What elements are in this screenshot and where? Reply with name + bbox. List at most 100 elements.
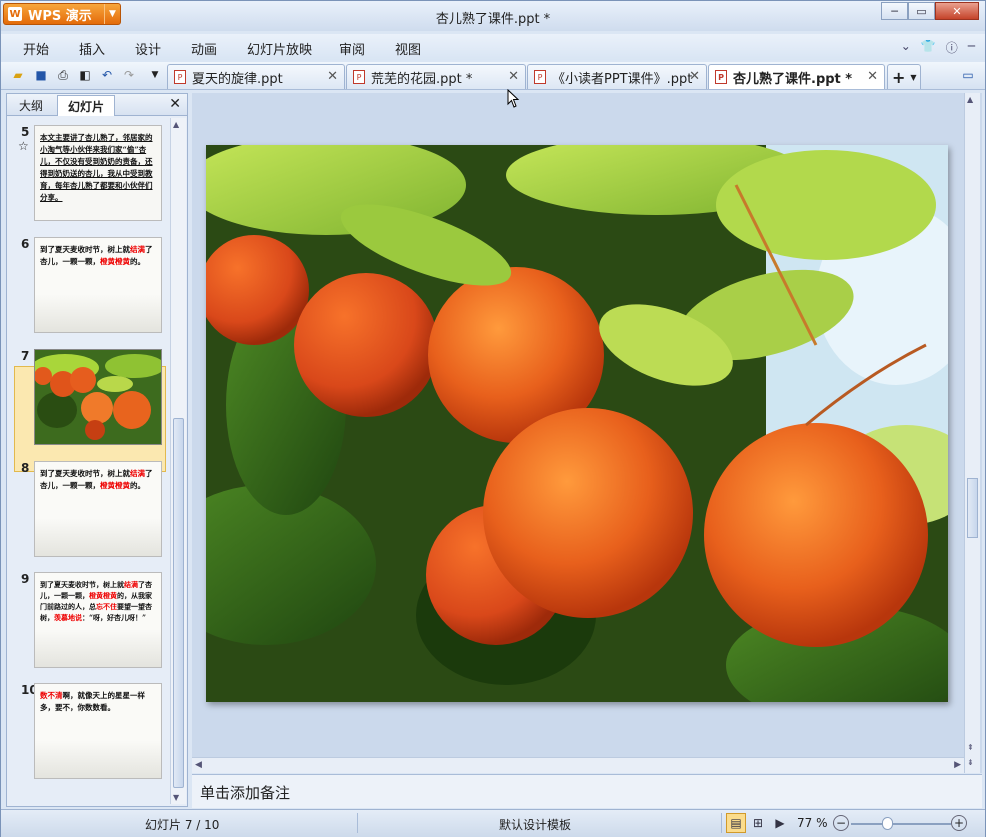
ppt-file-icon: P: [174, 70, 186, 84]
slideshow-view-icon[interactable]: ▶: [770, 813, 790, 833]
close-window-button[interactable]: ✕: [935, 2, 979, 20]
slide-thumbnail-6[interactable]: 到了夏天麦收时节，树上就结满了杏儿，一颗一颗，橙黄橙黄的。: [34, 237, 162, 333]
slide-text-highlight: 羡慕地说: [54, 613, 82, 622]
slide-text: 的。: [130, 257, 145, 266]
ppt-file-icon: P: [353, 70, 365, 84]
restore-button[interactable]: ▭: [908, 2, 935, 20]
window-layout-icon[interactable]: ▭: [960, 67, 976, 83]
save-icon[interactable]: ■: [33, 67, 49, 83]
close-tab-icon[interactable]: ✕: [689, 69, 700, 84]
customize-toolbar-icon[interactable]: ▼: [147, 67, 163, 83]
notes-placeholder: 单击添加备注: [200, 784, 291, 802]
close-tab-icon[interactable]: ✕: [327, 69, 338, 84]
apricot-photo: [156, 135, 976, 725]
window-controls: ─ ▭ ✕: [881, 2, 979, 20]
slide-text-highlight: 数不清: [40, 691, 63, 700]
normal-view-icon[interactable]: ▤: [726, 813, 746, 833]
slide-text: 到了夏天麦收时节，树上就: [40, 245, 130, 254]
zoom-slider-knob[interactable]: [882, 817, 893, 830]
minimize-doc-icon[interactable]: ─: [968, 39, 975, 56]
slide-text-highlight: 忘不住: [96, 602, 117, 611]
menu-review[interactable]: 审阅: [339, 39, 365, 58]
tab-label: 夏天的旋律.ppt: [192, 71, 283, 87]
scrollbar-thumb[interactable]: [173, 418, 184, 788]
slide-text-highlight: 结满: [130, 469, 145, 478]
tab-label: 荒芜的花园.ppt *: [371, 71, 473, 87]
notes-pane[interactable]: 单击添加备注: [192, 774, 982, 808]
zoom-slider-track[interactable]: [851, 823, 951, 825]
scroll-right-icon[interactable]: ▶: [954, 760, 961, 770]
help-icon[interactable]: ⓘ: [946, 39, 958, 56]
menu-bar: 开始 插入 设计 动画 幻灯片放映 审阅 视图 ⌄ 👕 ⓘ ─: [1, 34, 985, 60]
close-tab-icon[interactable]: ✕: [508, 69, 519, 84]
slide-sorter-icon[interactable]: ⊞: [748, 813, 768, 833]
new-tab-button[interactable]: + ▼: [887, 64, 921, 89]
scroll-up-icon[interactable]: ▲: [173, 120, 179, 129]
mouse-cursor-icon: [507, 89, 520, 108]
slides-panel-scrollbar[interactable]: ▲ ▼: [170, 118, 186, 804]
zoom-level: 77 %: [797, 816, 828, 830]
collapse-ribbon-icon[interactable]: ⌄: [901, 39, 911, 56]
tab-young-reader[interactable]: P 《小读者PPT课件》.ppt ✕: [527, 64, 707, 89]
current-slide[interactable]: [156, 135, 976, 725]
slide-text: 到了夏天麦收时节，树上就: [40, 469, 130, 478]
slide-text-highlight: 结满: [124, 580, 138, 589]
open-folder-icon[interactable]: ▰: [10, 67, 26, 83]
zoom-out-icon[interactable]: −: [833, 815, 849, 831]
menu-animation[interactable]: 动画: [191, 39, 217, 58]
prev-slide-icon[interactable]: ⇞: [967, 743, 974, 752]
tab-slides[interactable]: 幻灯片: [57, 95, 116, 116]
menu-home[interactable]: 开始: [23, 39, 49, 58]
slide-thumbnail-10[interactable]: 数不清啊，就像天上的星星一样多，要不，你数数看。: [34, 683, 162, 779]
slide-number: 5: [21, 125, 30, 139]
next-slide-icon[interactable]: ⇟: [967, 758, 974, 767]
menu-insert[interactable]: 插入: [79, 39, 105, 58]
print-preview-icon[interactable]: ◧: [77, 67, 93, 83]
close-panel-icon[interactable]: ✕: [169, 96, 181, 112]
tab-outline[interactable]: 大纲: [9, 95, 53, 116]
tab-summer-melody[interactable]: P 夏天的旋律.ppt ✕: [167, 64, 345, 89]
skin-shirt-icon[interactable]: 👕: [921, 39, 936, 56]
divider: [721, 813, 722, 833]
tab-label: 《小读者PPT课件》.ppt: [552, 71, 693, 87]
redo-icon[interactable]: ↷: [121, 67, 137, 83]
close-tab-icon[interactable]: ✕: [867, 69, 878, 84]
menu-view[interactable]: 视图: [395, 39, 421, 58]
menu-right-tools: ⌄ 👕 ⓘ ─: [901, 39, 975, 56]
slide-text: 的。: [130, 481, 145, 490]
slide-thumbnail-7[interactable]: [34, 349, 162, 445]
tab-desolate-garden[interactable]: P 荒芜的花园.ppt * ✕: [346, 64, 526, 89]
menu-design[interactable]: 设计: [135, 39, 161, 58]
minimize-button[interactable]: ─: [881, 2, 908, 20]
quick-access-and-tabs: ▰ ■ ⎙ ◧ ↶ ↷ ▼ P 夏天的旋律.ppt ✕ P 荒芜的花园.ppt …: [1, 62, 985, 90]
slide-thumbnail-9[interactable]: 到了夏天麦收时节，树上就结满了杏儿，一颗一颗，橙黄橙黄的，从我家门前路过的人，总…: [34, 572, 162, 668]
scroll-left-icon[interactable]: ◀: [195, 760, 202, 770]
print-icon[interactable]: ⎙: [55, 67, 71, 83]
editor-vertical-scrollbar[interactable]: ▲ ⇞ ⇟: [964, 93, 980, 773]
slide-text: 到了夏天麦收时节，树上就: [40, 580, 124, 589]
window-title: 杏儿熟了课件.ppt *: [435, 12, 551, 27]
status-bar: 幻灯片 7 / 10 默认设计模板 ▤ ⊞ ▶ 77 % − +: [1, 809, 985, 837]
panel-tabs: 大纲 幻灯片 ✕: [7, 94, 187, 116]
title-bar: W WPS 演示 ▼ 杏儿熟了课件.ppt * ─ ▭ ✕: [1, 1, 985, 31]
slide-number: 9: [21, 572, 30, 586]
zoom-in-icon[interactable]: +: [951, 815, 967, 831]
editor-horizontal-scrollbar[interactable]: ◀ ▶: [192, 757, 964, 773]
slide-thumbnail-8[interactable]: 到了夏天麦收时节，树上就结满了杏儿，一颗一颗，橙黄橙黄的。: [34, 461, 162, 557]
divider: [357, 813, 358, 833]
slide-number: 6: [21, 237, 30, 251]
apricot-photo-thumbnail: [35, 350, 161, 444]
menu-slideshow[interactable]: 幻灯片放映: [247, 39, 312, 58]
slide-text: ：“呀，好杏儿呀！”: [82, 613, 147, 622]
scroll-up-icon[interactable]: ▲: [967, 95, 973, 104]
scrollbar-thumb[interactable]: [967, 478, 978, 538]
undo-icon[interactable]: ↶: [99, 67, 115, 83]
slide-text-highlight: 结满: [130, 245, 145, 254]
slide-text: 本文主要讲了杏儿熟了，邻居家的小淘气等小伙伴来我们家“偷”杏儿，不仅没有受到奶奶…: [40, 133, 153, 202]
tab-apricot-ripe[interactable]: P 杏儿熟了课件.ppt * ✕: [708, 64, 885, 89]
slide-number: 7: [21, 349, 30, 363]
scroll-down-icon[interactable]: ▼: [173, 793, 179, 802]
design-template-label[interactable]: 默认设计模板: [499, 816, 571, 833]
slide-thumbnail-5[interactable]: 本文主要讲了杏儿熟了，邻居家的小淘气等小伙伴来我们家“偷”杏儿，不仅没有受到奶奶…: [34, 125, 162, 221]
ppt-file-icon: P: [534, 70, 546, 84]
